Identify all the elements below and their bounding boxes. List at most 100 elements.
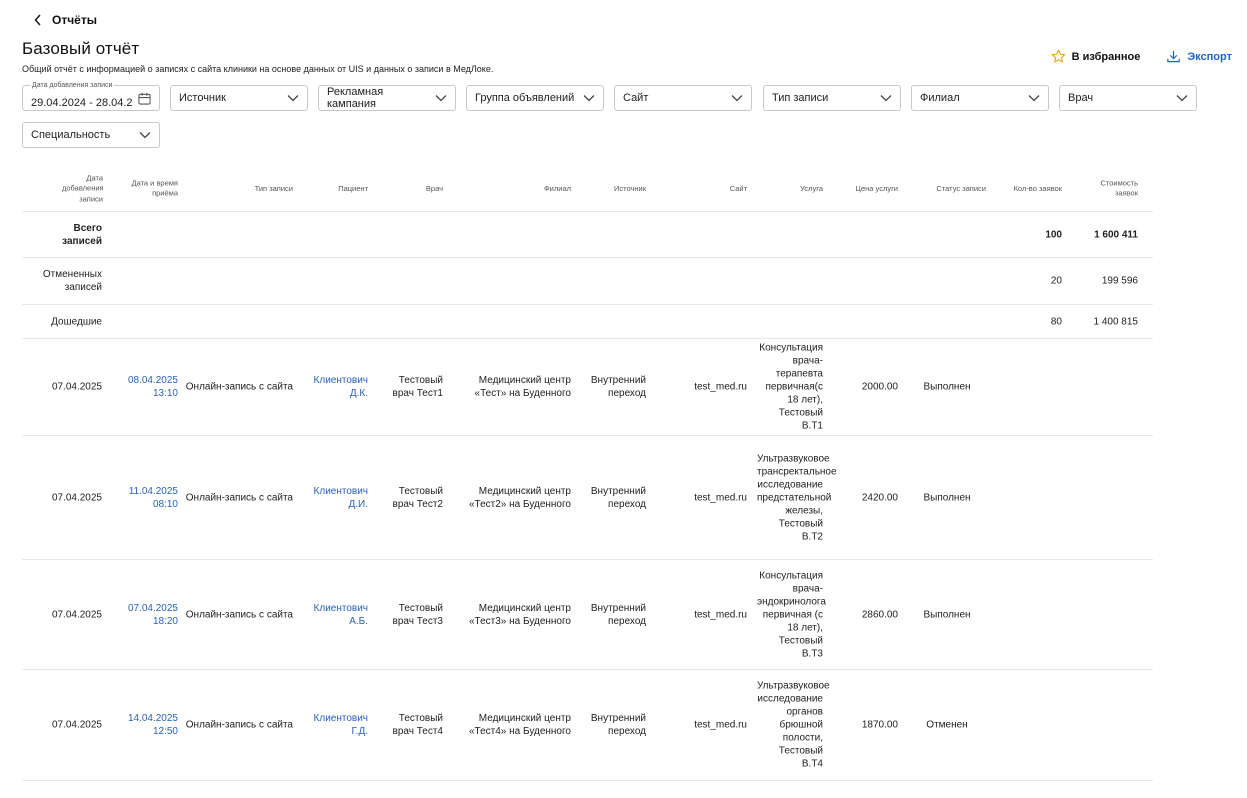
campaign-filter-label: Рекламная кампания [327,86,384,110]
table-header: Дата добавления записи Дата и время приё… [22,166,1153,212]
chevron-down-icon [139,132,151,139]
calendar-icon [138,92,151,105]
page-title: Базовый отчёт [22,39,140,58]
branch-filter[interactable]: Филиал [911,85,1049,111]
summary-cost: 1 600 411 [1094,229,1138,240]
campaign-filter[interactable]: Рекламная кампания [318,85,456,111]
back-link[interactable]: Отчёты [34,13,97,27]
summary-label: Всего записей [62,222,102,247]
branch-name: Медицинский центр «Тест» на Буденного [474,375,571,399]
source-name: Внутренний переход [590,485,646,510]
chevron-left-icon [34,14,41,26]
site-name: test_med.ru [694,381,747,393]
col-status[interactable]: Статус записи [908,183,986,194]
record-type: Онлайн-запись с сайта [185,719,293,731]
record-status: Отменен [926,719,968,731]
col-added-date[interactable]: Дата добавления записи [62,173,104,205]
export-button[interactable]: Экспорт [1166,49,1232,64]
record-type-filter[interactable]: Тип записи [763,85,901,111]
date-range-value: 29.04.2024 - 28.04.2 [31,96,133,109]
col-service[interactable]: Услуга [757,183,823,194]
record-status: Выполнен [923,609,971,620]
header-actions: В избранное Экспорт [1051,49,1232,64]
ad-group-filter[interactable]: Группа объявлений [466,85,604,111]
col-appointment-date[interactable]: Дата и время приёма [118,178,178,199]
branch-name: Медицинский центр «Тест3» на Буденного [468,602,571,627]
branch-filter-label: Филиал [920,92,960,104]
col-count[interactable]: Кол-во заявок [998,183,1062,194]
col-record-type[interactable]: Тип записи [192,183,293,194]
record-type: Онлайн-запись с сайта [185,492,293,503]
back-label: Отчёты [52,13,97,27]
branch-name: Медицинский центр «Тест4» на Буденного [468,713,571,737]
summary-label: Отмененных записей [42,269,102,293]
doctor-filter-label: Врач [1068,92,1094,104]
summary-count: 20 [1050,275,1062,287]
favorite-label: В избранное [1071,50,1141,63]
patient-link[interactable]: Клиентович Д.К. [308,374,368,400]
summary-cost: 1 400 815 [1093,316,1139,327]
chevron-down-icon [287,95,299,102]
chevron-down-icon [880,95,892,102]
doctor-filter[interactable]: Врач [1059,85,1197,111]
site-filter-label: Сайт [623,92,649,104]
specialty-filter-label: Специальность [31,129,111,141]
record-type: Онлайн-запись с сайта [185,609,293,620]
appointment-link[interactable]: 07.04.2025 18:20 [118,602,178,628]
col-site[interactable]: Сайт [668,183,747,194]
export-label: Экспорт [1187,50,1232,63]
patient-link[interactable]: Клиентович Д.И. [308,485,368,511]
table-row: 07.04.2025 14.04.2025 12:50 Онлайн-запис… [22,670,1153,781]
record-status: Выполнен [923,492,971,503]
service-price: 2420.00 [861,492,898,503]
service-price: 2000.00 [861,381,898,393]
chevron-down-icon [731,95,743,102]
col-source[interactable]: Источник [578,183,646,194]
page-subtitle: Общий отчёт с информацией о записях с са… [22,64,494,74]
patient-link[interactable]: Клиентович Г.Д. [308,712,368,738]
service-name: Ультразвуковое исследование органов брюш… [757,680,830,770]
site-name: test_med.ru [694,492,747,503]
table-row: 07.04.2025 07.04.2025 18:20 Онлайн-запис… [22,560,1153,670]
chevron-down-icon [435,95,447,102]
appointment-link[interactable]: 08.04.2025 13:10 [118,374,178,400]
appointment-link[interactable]: 11.04.2025 08:10 [118,485,178,511]
added-date: 07.04.2025 [51,609,102,620]
summary-count: 80 [1050,316,1062,327]
added-date: 07.04.2025 [51,719,102,731]
chevron-down-icon [1028,95,1040,102]
doctor-name: Тестовый врач Тест2 [392,485,443,510]
appointment-link[interactable]: 14.04.2025 12:50 [118,712,178,738]
patient-link[interactable]: Клиентович А.Б. [308,602,368,628]
table-row: 07.04.2025 11.04.2025 08:10 Онлайн-запис… [22,436,1153,560]
col-branch[interactable]: Филиал [458,183,571,194]
service-price: 2860.00 [861,609,898,620]
summary-count: 100 [1045,229,1062,240]
specialty-filter[interactable]: Специальность [22,122,160,148]
site-name: test_med.ru [694,609,747,620]
chevron-down-icon [1176,95,1188,102]
date-range-filter[interactable]: Дата добавления записи 29.04.2024 - 28.0… [22,82,160,111]
summary-label: Дошедшие [51,316,102,327]
added-date: 07.04.2025 [51,381,102,393]
favorite-button[interactable]: В избранное [1051,49,1141,64]
summary-row-arrived: Дошедшие 80 1 400 815 [22,305,1153,339]
summary-cost: 199 596 [1101,275,1138,287]
doctor-name: Тестовый врач Тест3 [392,602,443,627]
branch-name: Медицинский центр «Тест2» на Буденного [468,485,571,510]
col-patient[interactable]: Пациент [308,183,368,194]
source-filter[interactable]: Источник [170,85,308,111]
col-cost[interactable]: Стоимость заявок [1082,178,1138,199]
source-name: Внутренний переход [590,602,646,627]
site-filter[interactable]: Сайт [614,85,752,111]
col-doctor[interactable]: Врач [378,183,443,194]
col-price[interactable]: Цена услуги [834,183,898,194]
added-date: 07.04.2025 [51,492,102,503]
service-name: Консультация врача-эндокринолога первичн… [757,570,826,659]
doctor-name: Тестовый врач Тест4 [392,713,443,737]
table-row: 07.04.2025 08.04.2025 13:10 Онлайн-запис… [22,339,1153,436]
service-name: Консультация врача-терапевта первичная(с… [759,342,823,432]
service-name: Ультразвуковое трансректальное исследова… [757,453,837,542]
record-type-filter-label: Тип записи [772,92,829,104]
service-price: 1870.00 [861,719,898,731]
